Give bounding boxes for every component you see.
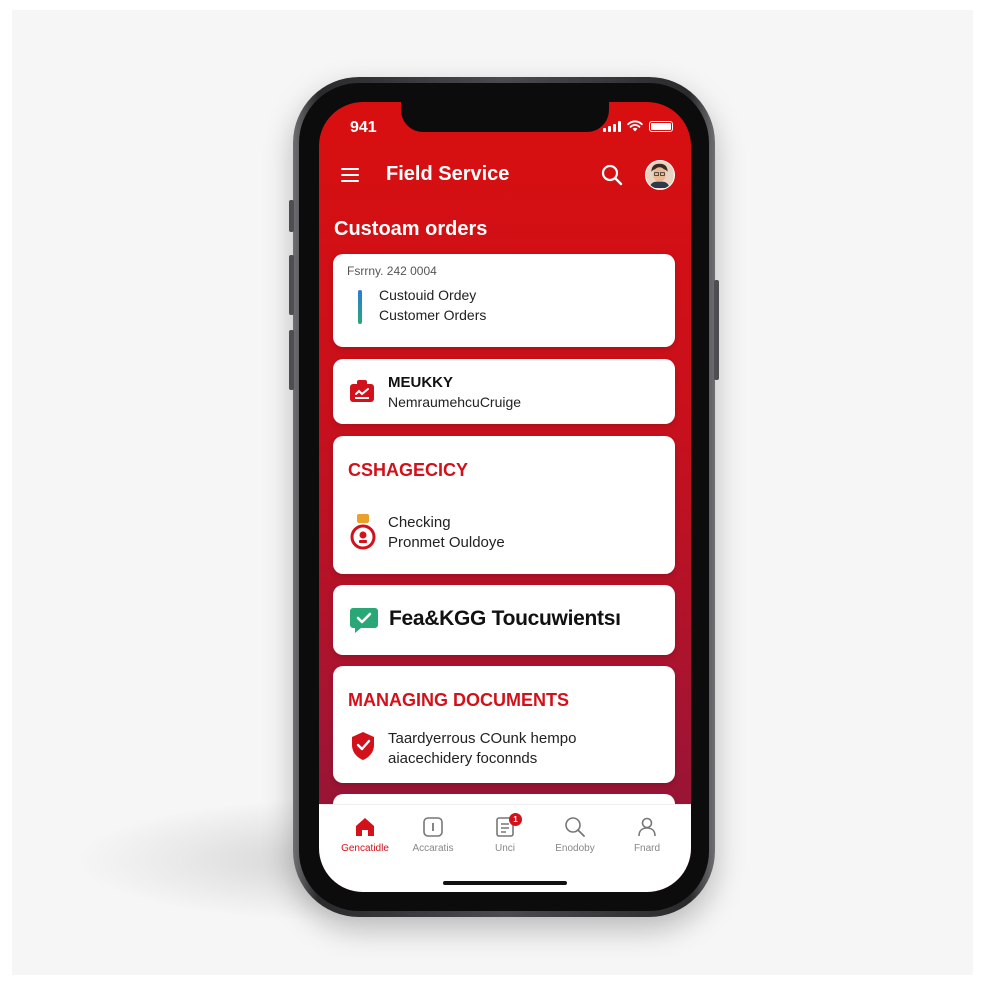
tab-documents[interactable]: 1 Unci <box>471 813 539 854</box>
checking-card[interactable]: CSHAGECICY Checking Pronmet Ouldoye <box>333 436 675 574</box>
managing-documents-title: MANAGING DOCUMENTS <box>348 690 569 710</box>
search-icon[interactable] <box>599 162 625 188</box>
menu-icon[interactable] <box>341 168 359 182</box>
notification-badge: 1 <box>509 813 522 826</box>
avatar-image <box>646 161 673 188</box>
order-line-2: Customer Orders <box>379 307 487 323</box>
chat-check-icon <box>350 608 378 633</box>
tab-label: Unci <box>494 843 515 854</box>
checking-line-2: Pronmet Ouldoye <box>388 534 505 551</box>
order-card[interactable]: Fsrrny. 242 0004 Custouid Ordey Customer… <box>333 254 675 347</box>
tab-search[interactable]: Enodoby <box>541 815 609 854</box>
managing-line-1: Taardyerrous COunk hempo <box>388 730 577 747</box>
tab-label: Accaratis <box>412 843 454 854</box>
tab-profile[interactable]: Fnard <box>613 815 681 854</box>
tab-home[interactable]: Gencatidle <box>331 815 399 854</box>
order-line-1: Custouid Ordey <box>379 287 477 303</box>
mute-switch <box>289 200 294 232</box>
status-bar <box>358 290 362 324</box>
tab-label: Gencatidle <box>341 843 389 854</box>
documents-card[interactable]: Fea&KGG Toucuwientsı <box>333 585 675 655</box>
app-title: Field Service <box>386 163 510 185</box>
section-title: Custoam orders <box>334 218 488 240</box>
documents-title: Fea&KGG Toucuwientsı <box>389 607 621 630</box>
battery-icon <box>649 121 673 132</box>
avatar[interactable] <box>645 160 675 190</box>
phone-screen: 941 Field Service Custoam orders Fsrrny.… <box>319 102 691 892</box>
app-bar: Field Service <box>319 150 691 200</box>
tab-label: Fnard <box>633 843 661 854</box>
checking-line-1: Checking <box>388 514 451 531</box>
power-button <box>714 280 719 380</box>
task-subtitle: NemraumehcuCruige <box>388 394 522 410</box>
info-icon <box>423 817 443 837</box>
location-pin-icon <box>350 514 376 550</box>
notch <box>401 102 609 132</box>
status-time: 941 <box>350 119 377 136</box>
volume-down-button <box>289 330 294 390</box>
clipboard-icon <box>350 380 374 402</box>
person-icon <box>638 817 656 837</box>
managing-documents-card[interactable]: MANAGING DOCUMENTS Taardyerrous COunk he… <box>333 666 675 783</box>
shield-check-icon <box>352 732 374 760</box>
volume-up-button <box>289 255 294 315</box>
tab-label: Enodoby <box>555 843 595 854</box>
managing-line-2: aiacechidery foconnds <box>388 750 538 767</box>
task-card[interactable]: MEUKKY NemraumehcuCruige <box>333 359 675 424</box>
task-title: MEUKKY <box>388 374 454 391</box>
home-indicator <box>443 881 567 885</box>
bottom-tab-bar: Gencatidle Accaratis 1 Unci Enodoby Fnar… <box>319 804 691 892</box>
signal-icon <box>603 121 621 132</box>
search-icon <box>565 817 585 837</box>
checking-title: CSHAGECICY <box>348 460 469 480</box>
wifi-icon <box>627 120 643 132</box>
order-date: Fsrrny. 242 0004 <box>347 264 437 278</box>
tab-accounts[interactable]: Accaratis <box>399 815 467 854</box>
home-icon <box>356 818 374 836</box>
status-icons <box>603 120 673 132</box>
